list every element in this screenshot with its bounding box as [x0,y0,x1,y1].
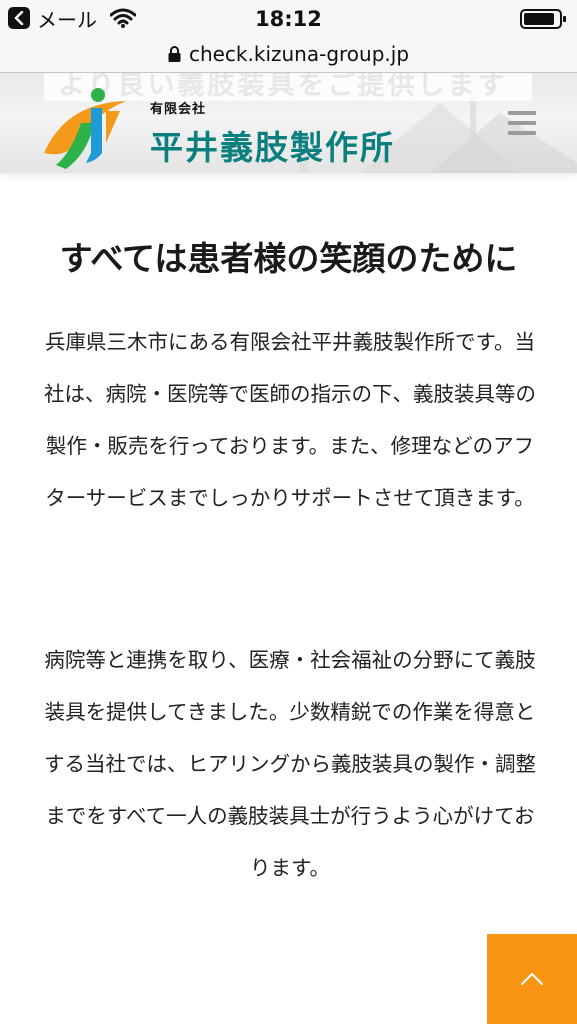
page-title: すべては患者様の笑顔のために [59,239,518,278]
service-paragraph: 病院等と連携を取り、医療・社会福祉の分野にて義肢装具を提供してきました。少数精鋭… [44,648,536,880]
company-type: 有限会社 [150,102,207,117]
hamburger-menu-icon[interactable] [508,111,536,135]
company-logo-icon[interactable] [36,83,144,169]
battery-icon [520,9,566,29]
site-header: より良い義肢装具をご提供します 有限会社 平井義肢製作所 [0,73,577,173]
back-to-top-button[interactable] [487,934,577,1024]
company-name[interactable]: 平井義肢製作所 [150,121,395,169]
url-text: check.kizuna-group.jp [188,42,410,66]
address-bar[interactable]: check.kizuna-group.jp [0,36,577,73]
status-time: 18:12 [255,7,322,31]
chevron-up-icon [521,973,543,985]
lock-icon [168,46,181,62]
intro-paragraph: 兵庫県三木市にある有限会社平井義肢製作所です。当社は、病院・医院等で医師の指示の… [44,330,536,510]
status-bar: メール 18:12 [0,0,577,36]
